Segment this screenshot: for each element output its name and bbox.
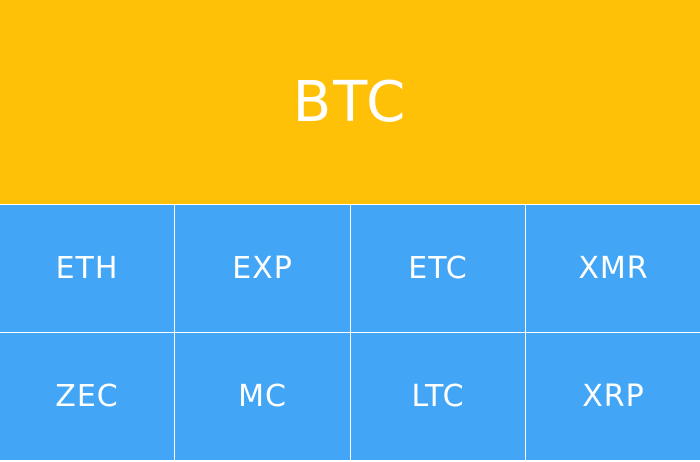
tile-xmr[interactable]: XMR (526, 205, 700, 332)
tile-ltc[interactable]: LTC (351, 333, 525, 460)
tile-exp[interactable]: EXP (175, 205, 350, 332)
tile-btc-label: BTC (292, 69, 408, 135)
tile-etc[interactable]: ETC (351, 205, 525, 332)
tile-zec-label: ZEC (55, 379, 119, 414)
tile-xrp[interactable]: XRP (526, 333, 700, 460)
tile-mc[interactable]: MC (175, 333, 350, 460)
tile-exp-label: EXP (232, 251, 293, 286)
tile-mc-label: MC (238, 379, 287, 414)
tile-btc[interactable]: BTC (0, 0, 700, 204)
tile-xrp-label: XRP (582, 379, 645, 414)
tile-xmr-label: XMR (578, 251, 649, 286)
tile-zec[interactable]: ZEC (0, 333, 174, 460)
tile-eth[interactable]: ETH (0, 205, 174, 332)
tile-etc-label: ETC (408, 251, 468, 286)
tile-ltc-label: LTC (411, 379, 465, 414)
tile-eth-label: ETH (55, 251, 119, 286)
currency-grid: ETH EXP ETC XMR ZEC MC LTC XRP (0, 205, 700, 462)
